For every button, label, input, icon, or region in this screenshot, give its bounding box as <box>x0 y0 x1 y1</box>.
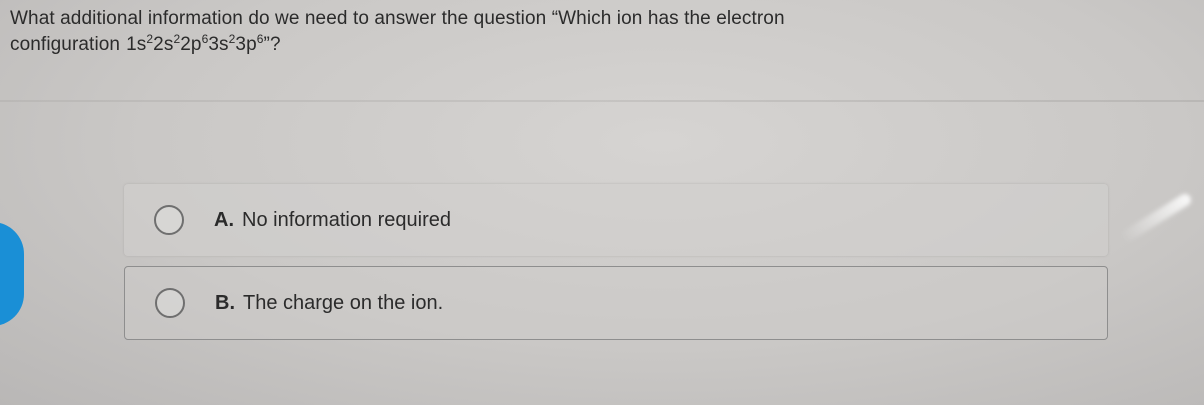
electron-configuration: 1s22s22p63s23p6 <box>126 32 264 55</box>
question-suffix: ”? <box>263 34 281 55</box>
screen-glare <box>1118 191 1194 245</box>
config-term-3p: 3p <box>235 34 257 55</box>
section-divider <box>0 100 1204 102</box>
radio-button-b[interactable] <box>155 288 185 318</box>
answer-option-b[interactable]: B. The charge on the ion. <box>124 266 1108 340</box>
config-exp: 6 <box>256 32 264 46</box>
question-prefix: configuration <box>10 34 121 55</box>
config-term-2p: 2p <box>180 34 202 55</box>
side-tab-indicator <box>0 222 24 326</box>
option-letter-a: A. <box>214 208 234 231</box>
config-term-2s: 2s <box>153 34 174 55</box>
radio-button-a[interactable] <box>154 205 184 235</box>
config-term-3s: 3s <box>208 34 229 55</box>
config-term-1s: 1s <box>126 34 147 55</box>
question-line-2: configuration 1s22s22p63s23p6”? <box>10 32 1190 58</box>
question-line-1: What additional information do we need t… <box>10 8 785 29</box>
option-text-a: No information required <box>242 208 451 231</box>
option-letter-b: B. <box>215 291 235 314</box>
answer-option-a[interactable]: A. No information required <box>124 184 1108 256</box>
question-text: What additional information do we need t… <box>10 6 1190 58</box>
option-text-b: The charge on the ion. <box>243 291 444 314</box>
